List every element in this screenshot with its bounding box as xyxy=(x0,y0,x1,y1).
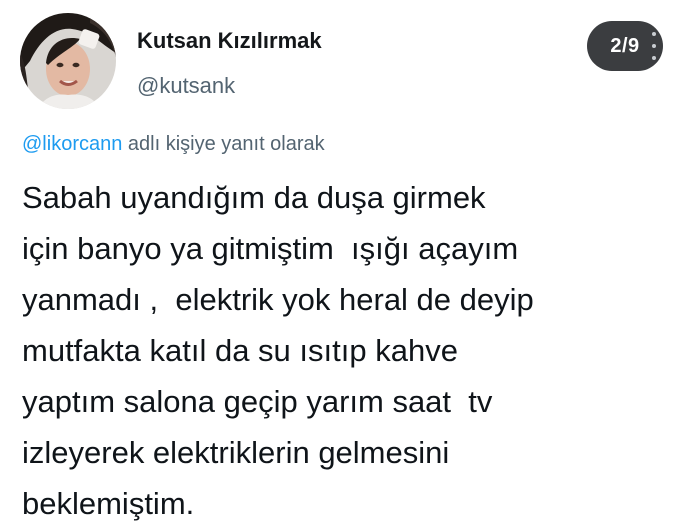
author-handle[interactable]: @kutsank xyxy=(137,73,235,99)
tweet-text-line: için banyo ya gitmiştim ışığı açayım xyxy=(22,231,519,266)
tweet-text-line: mutfakta katıl da su ısıtıp kahve xyxy=(22,333,458,368)
vertical-more-icon[interactable] xyxy=(652,32,658,60)
tweet-text-line: beklemiştim. xyxy=(22,486,195,521)
tweet-text-line: izleyerek elektriklerin gelmesini xyxy=(22,435,450,470)
tweet-view: Kutsan Kızılırmak @kutsank 2/9 @likorcan… xyxy=(0,0,690,530)
reply-mention-link[interactable]: @likorcann xyxy=(22,133,122,155)
tweet-text-line: yanmadı , elektrik yok heral de deyip xyxy=(22,282,534,317)
tweet-text: Sabah uyandığım da duşa girmek için bany… xyxy=(22,172,682,529)
reply-context-label: adlı kişiye yanıt olarak xyxy=(122,133,325,155)
tweet-text-line: yaptım salona geçip yarım saat tv xyxy=(22,384,493,419)
profile-photo-icon xyxy=(20,13,116,109)
reply-context: @likorcann adlı kişiye yanıt olarak xyxy=(22,133,325,156)
avatar[interactable] xyxy=(20,13,116,109)
author-display-name[interactable]: Kutsan Kızılırmak xyxy=(137,28,322,54)
tweet-text-line: Sabah uyandığım da duşa girmek xyxy=(22,180,486,215)
